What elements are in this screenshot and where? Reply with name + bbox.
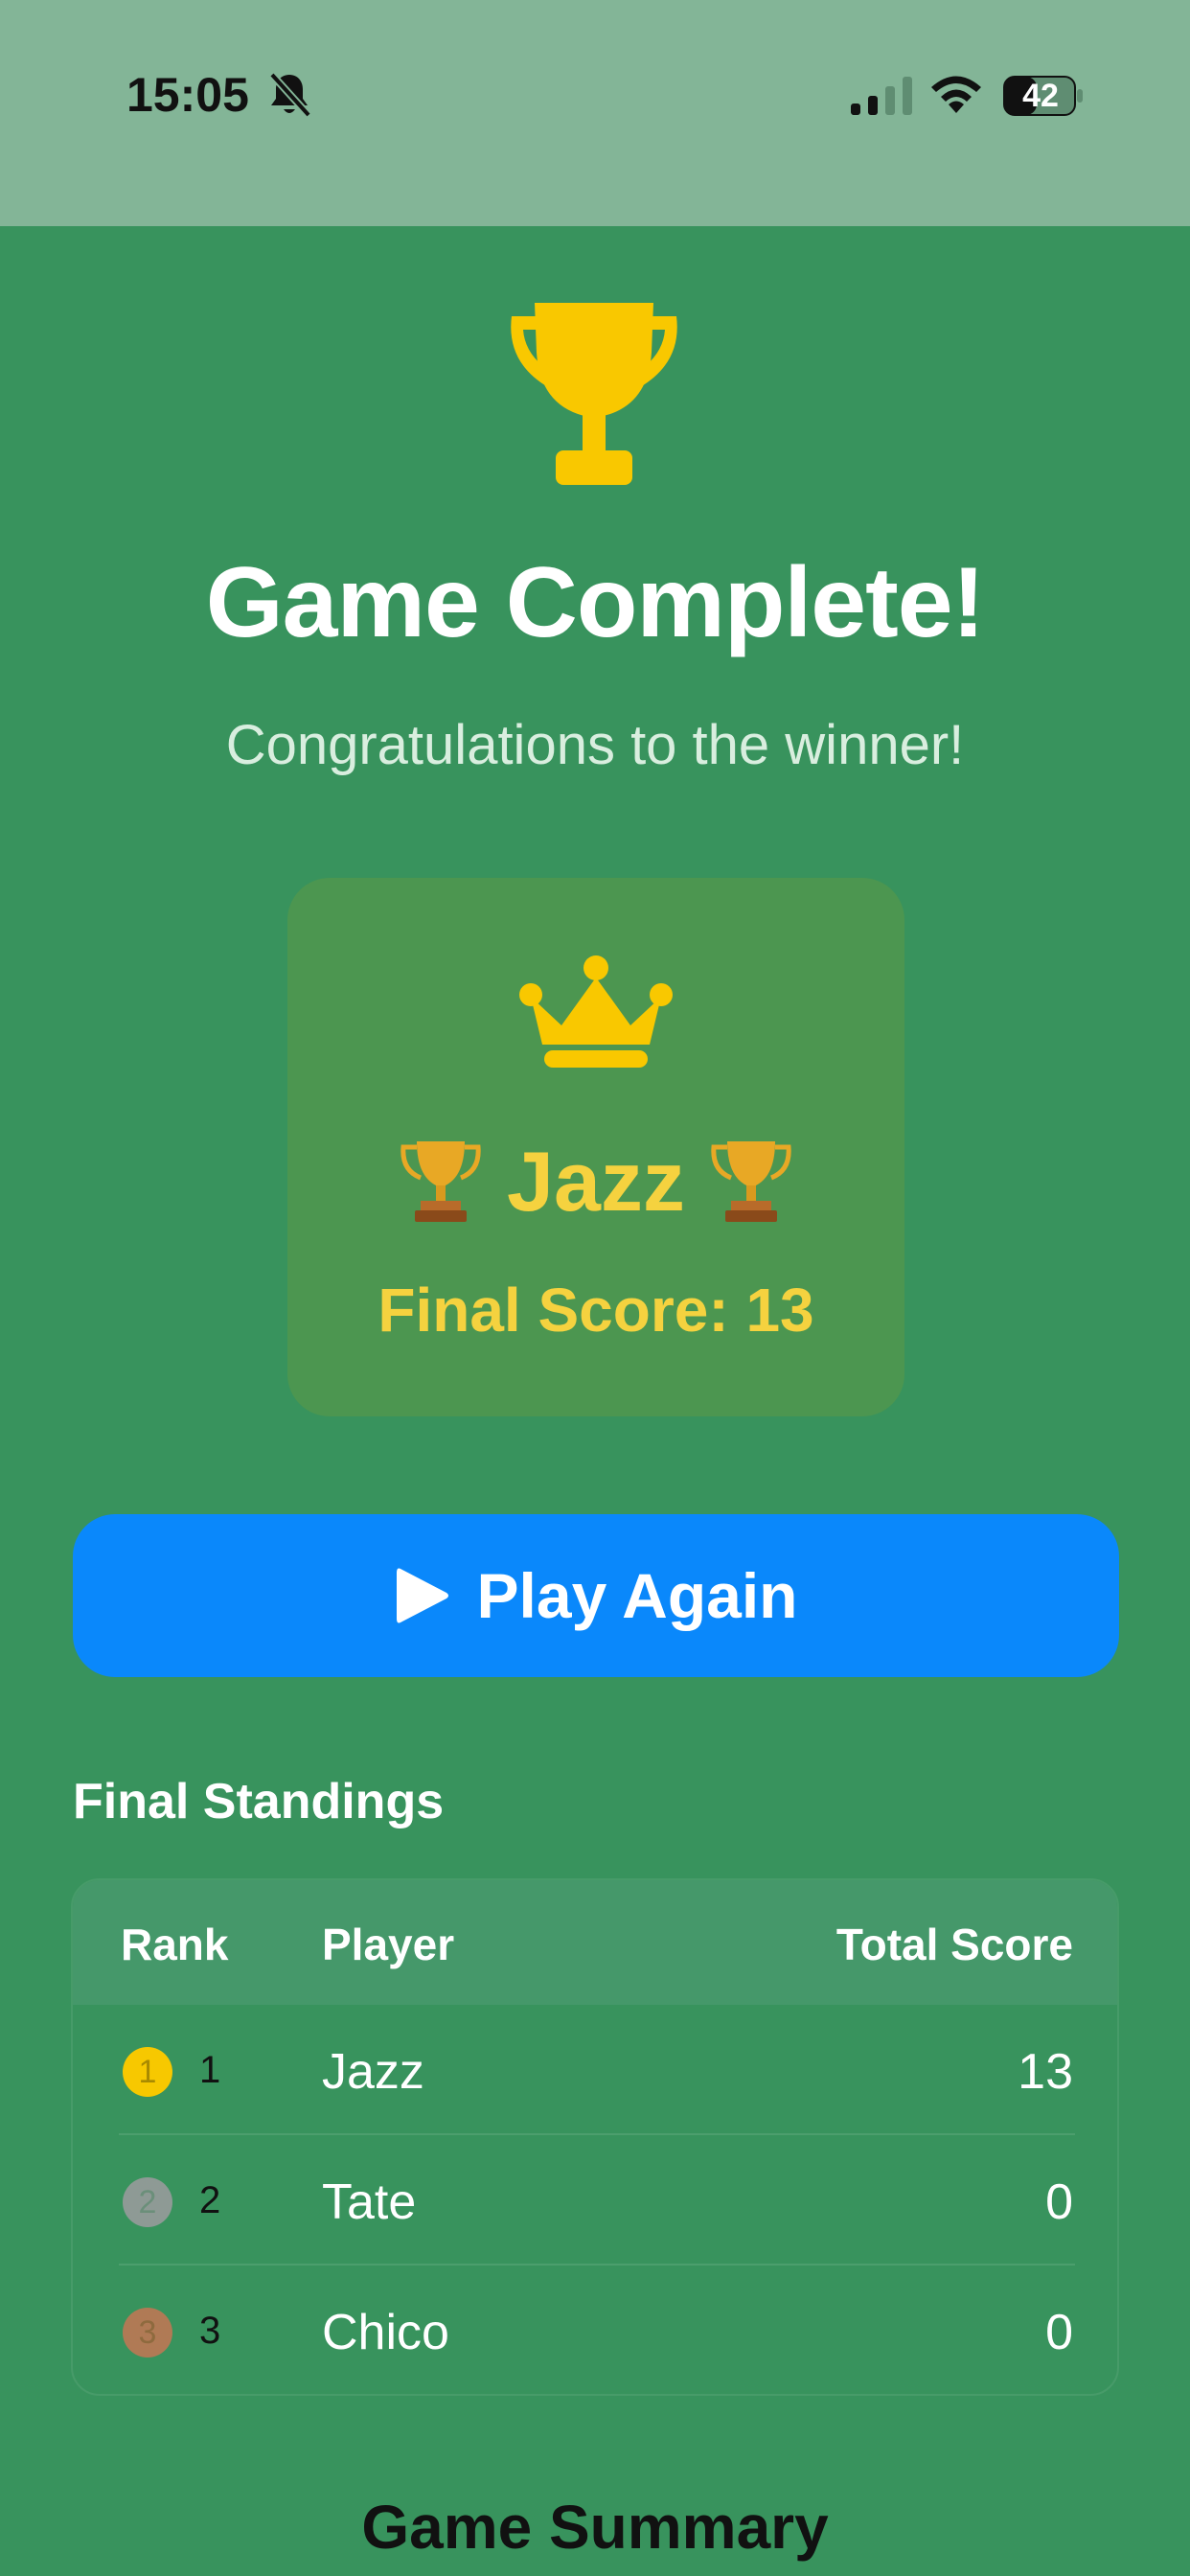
column-header-total-score: Total Score (835, 1920, 1073, 1969)
rank-badge: 2 (123, 2177, 172, 2227)
table-row: 1 1 Jazz 13 (73, 2005, 1117, 2135)
wifi-icon (931, 76, 981, 113)
winner-row: Jazz (287, 1129, 904, 1234)
page-title: Game Complete! (205, 547, 985, 658)
trophy-icon (711, 1141, 791, 1222)
bell-slash-icon (269, 72, 311, 118)
rank-number: 2 (199, 2179, 221, 2221)
player-score: 0 (1045, 2174, 1073, 2230)
final-standings-title: Final Standings (73, 1774, 445, 1829)
trophy-icon (511, 303, 677, 485)
winner-final-score: Final Score: 13 (378, 1276, 814, 1345)
play-again-label: Play Again (476, 1560, 798, 1631)
winner-name: Jazz (507, 1134, 685, 1229)
table-row: 3 3 Chico 0 (73, 2266, 1117, 2394)
play-icon (396, 1568, 448, 1623)
trophy-icon (400, 1141, 481, 1222)
crown-icon (519, 955, 673, 1068)
signal-icon (851, 77, 912, 115)
standings-table: Rank Player Total Score 1 1 Jazz 13 2 2 … (71, 1878, 1119, 2396)
rank-badge: 3 (123, 2308, 172, 2358)
column-header-player: Player (322, 1920, 455, 1969)
player-score: 0 (1045, 2305, 1073, 2360)
column-header-rank: Rank (121, 1920, 229, 1969)
table-header: Rank Player Total Score (73, 1880, 1117, 2005)
play-again-button[interactable]: Play Again (73, 1514, 1119, 1677)
game-complete-screen: 15:05 42 Game Complete! Congratulations … (0, 0, 1190, 2576)
winner-card: Jazz Final Score: 13 (287, 878, 904, 1416)
rank-number: 3 (199, 2310, 221, 2352)
game-summary-title: Game Summary (361, 2493, 829, 2562)
page-subtitle: Congratulations to the winner! (225, 714, 965, 776)
player-score: 13 (1018, 2044, 1073, 2100)
table-row: 2 2 Tate 0 (73, 2135, 1117, 2266)
rank-badge: 1 (123, 2047, 172, 2097)
player-name: Chico (322, 2305, 449, 2360)
battery-level: 42 (1022, 78, 1059, 114)
status-time: 15:05 (126, 68, 249, 122)
player-name: Tate (322, 2174, 417, 2230)
player-name: Jazz (322, 2044, 424, 2100)
rank-number: 1 (199, 2049, 221, 2091)
status-bar: 15:05 42 (0, 0, 1190, 226)
